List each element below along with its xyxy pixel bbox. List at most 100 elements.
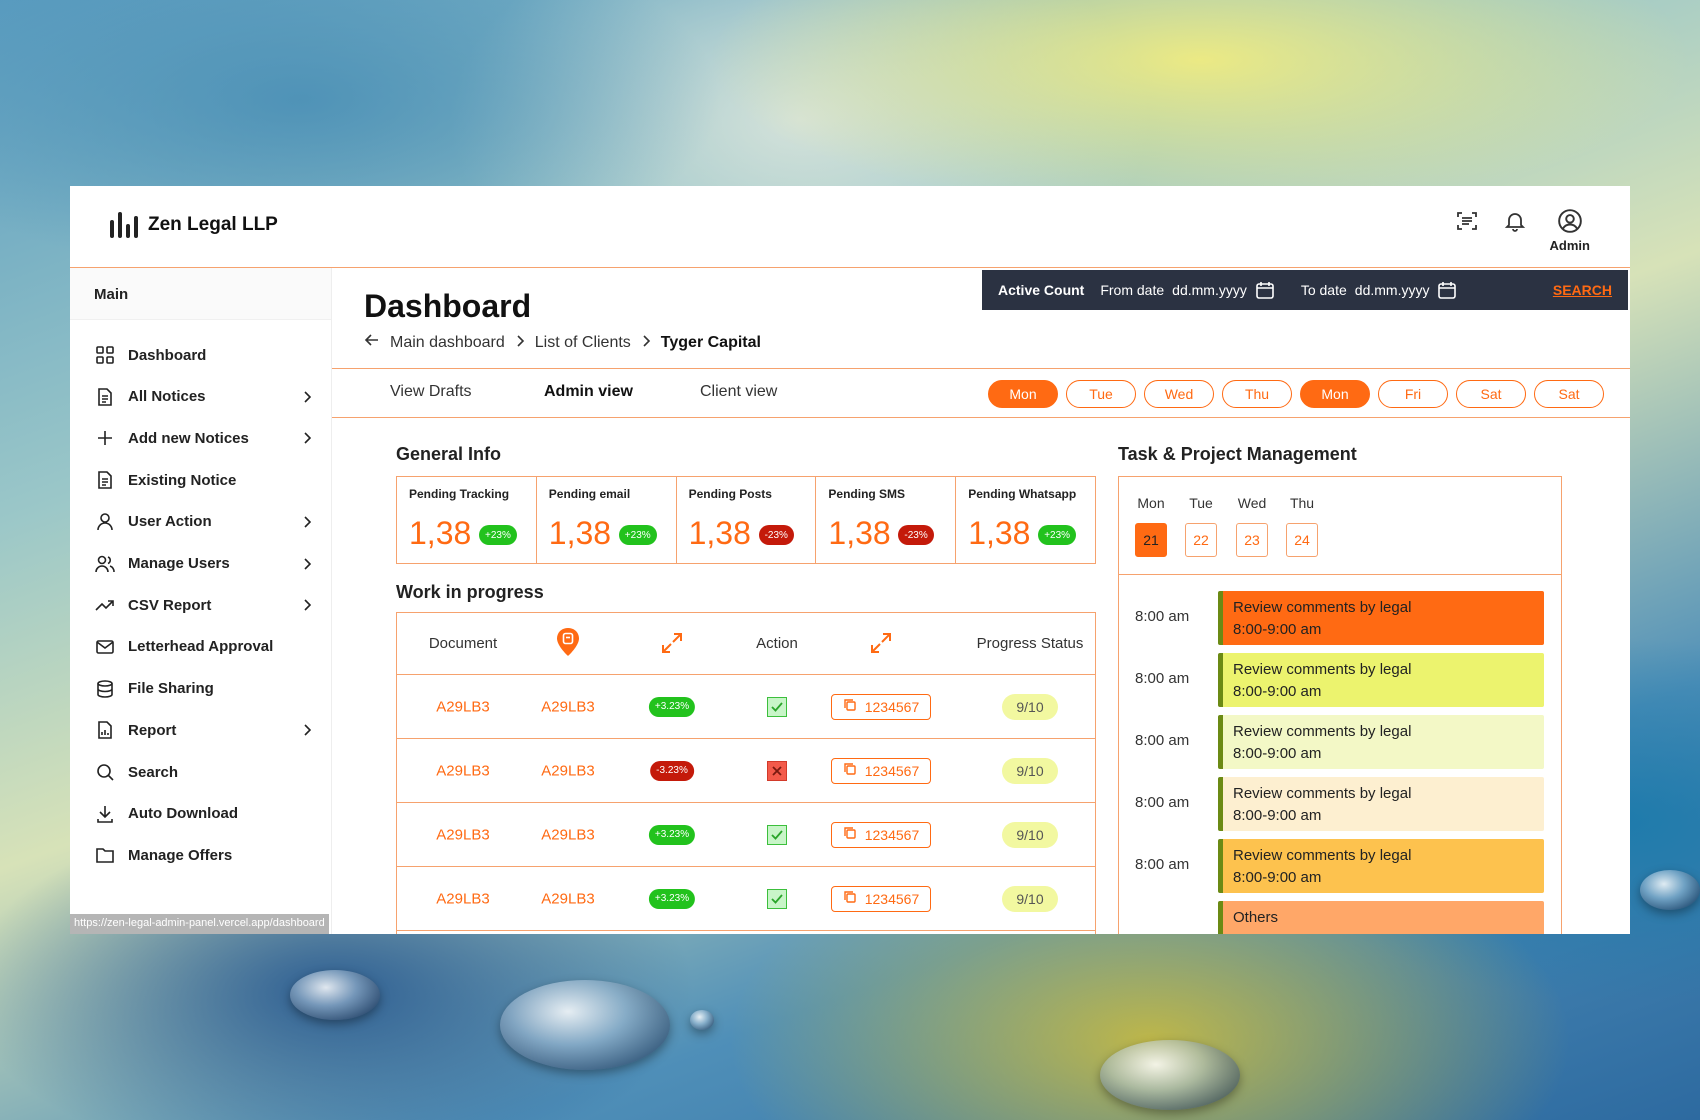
event-card[interactable]: Review comments by legal 8:00-9:00 am (1218, 839, 1544, 893)
event-title: Review comments by legal (1233, 723, 1412, 740)
sidebar-item-label: File Sharing (128, 680, 214, 698)
sidebar-item-label: Manage Offers (128, 846, 233, 864)
day-filter-tue[interactable]: Tue (1066, 380, 1136, 408)
progress-status: 9/10 (1002, 757, 1058, 784)
calendar-icon[interactable] (1255, 280, 1275, 300)
expand-icon[interactable] (869, 631, 893, 659)
check-icon[interactable] (767, 696, 787, 717)
progress-status: 9/10 (1002, 821, 1058, 848)
brand-logo[interactable]: Zen Legal LLP (110, 212, 278, 238)
event-card[interactable]: Review comments by legal 8:00-9:00 am (1218, 591, 1544, 645)
calendar-icon[interactable] (1437, 280, 1457, 300)
col-document: Document (428, 635, 498, 652)
expand-icon[interactable] (660, 631, 684, 659)
sidebar-item-manage-users[interactable]: Manage Users (94, 549, 312, 579)
document-id[interactable]: A29LB3 (436, 826, 489, 843)
table-row[interactable]: A29LB3 A29LB3 -3.23% 1234567 9/10 (397, 739, 1095, 803)
search-link[interactable]: SEARCH (1553, 282, 1612, 298)
event-card[interactable]: Review comments by legal 8:00-9:00 am (1218, 653, 1544, 707)
copy-button[interactable]: 1234567 (831, 693, 931, 720)
sidebar-item-label: All Notices (128, 388, 206, 406)
day-filter-thu[interactable]: Thu (1222, 380, 1292, 408)
breadcrumb: Main dashboard List of Clients Tyger Cap… (364, 332, 761, 353)
sidebar-item-auto-download[interactable]: Auto Download (94, 799, 312, 829)
stat-card-pending-posts[interactable]: Pending Posts 1,38 -23% (677, 477, 817, 563)
reference-id[interactable]: A29LB3 (541, 826, 594, 843)
to-date-input[interactable]: dd.mm.yyyy (1355, 282, 1430, 298)
check-icon[interactable] (767, 824, 787, 845)
sidebar-item-user-action[interactable]: User Action (94, 507, 312, 537)
tab-client-view[interactable]: Client view (700, 383, 777, 401)
stat-card-pending-email[interactable]: Pending email 1,38 +23% (537, 477, 677, 563)
stat-card-pending-tracking[interactable]: Pending Tracking 1,38 +23% (397, 477, 537, 563)
tab-admin-view[interactable]: Admin view (544, 383, 633, 401)
day-filter-sat[interactable]: Sat (1456, 380, 1526, 408)
water-droplet (290, 970, 380, 1020)
table-row[interactable]: A29LB3 A29LB3 +3.23% 1234567 9/10 (397, 803, 1095, 867)
users-icon (94, 553, 116, 575)
sidebar-item-add-new-notices[interactable]: Add new Notices (94, 423, 312, 453)
active-count-title: Active Count (998, 282, 1085, 298)
document-id[interactable]: A29LB3 (436, 762, 489, 779)
check-icon[interactable] (767, 888, 787, 909)
change-badge: -3.23% (650, 760, 694, 781)
event-title: Review comments by legal (1233, 785, 1412, 802)
document-id[interactable]: A29LB3 (436, 698, 489, 715)
sidebar-item-file-sharing[interactable]: File Sharing (94, 674, 312, 704)
event-time: 8:00 am (1135, 856, 1190, 873)
day-filter-mon[interactable]: Mon (1300, 380, 1370, 408)
from-date-input[interactable]: dd.mm.yyyy (1172, 282, 1247, 298)
sidebar-item-label: Existing Notice (128, 471, 237, 489)
task-day-name: Wed (1237, 495, 1267, 511)
sidebar-item-letterhead-approval[interactable]: Letterhead Approval (94, 632, 312, 662)
sidebar-item-all-notices[interactable]: All Notices (94, 382, 312, 412)
bell-icon[interactable] (1502, 208, 1528, 234)
status-url: https://zen-legal-admin-panel.vercel.app… (70, 914, 329, 934)
event-card[interactable]: Others (1218, 901, 1544, 934)
event-card[interactable]: Review comments by legal 8:00-9:00 am (1218, 777, 1544, 831)
sidebar-item-manage-offers[interactable]: Manage Offers (94, 840, 312, 870)
document-icon (94, 386, 116, 408)
water-droplet (1640, 870, 1700, 910)
stat-card-pending-sms[interactable]: Pending SMS 1,38 -23% (816, 477, 957, 563)
breadcrumb-list-of-clients[interactable]: List of Clients (535, 334, 631, 352)
sidebar-item-dashboard[interactable]: Dashboard (94, 340, 312, 370)
sidebar-item-search[interactable]: Search (94, 757, 312, 787)
reference-id[interactable]: A29LB3 (541, 890, 594, 907)
location-pin-icon[interactable] (555, 627, 581, 661)
back-arrow-icon[interactable] (364, 332, 380, 353)
day-filter-mon[interactable]: Mon (988, 380, 1058, 408)
task-day-number[interactable]: 23 (1236, 523, 1268, 557)
event-range: 8:00-9:00 am (1233, 621, 1322, 638)
task-management-title: Task & Project Management (1118, 444, 1357, 464)
tab-view-drafts[interactable]: View Drafts (390, 383, 472, 401)
copy-button[interactable]: 1234567 (831, 821, 931, 848)
reference-id[interactable]: A29LB3 (541, 698, 594, 715)
task-day-number[interactable]: 21 (1135, 523, 1167, 557)
scan-icon[interactable] (1454, 208, 1480, 234)
stat-label: Pending SMS (828, 487, 906, 501)
task-day-number[interactable]: 24 (1286, 523, 1318, 557)
change-badge: +23% (618, 525, 657, 545)
sidebar-item-report[interactable]: Report (94, 715, 312, 745)
change-badge: +3.23% (648, 696, 696, 717)
chevron-right-icon (302, 432, 312, 444)
reference-id[interactable]: A29LB3 (541, 762, 594, 779)
day-filter-wed[interactable]: Wed (1144, 380, 1214, 408)
stat-value: 1,38 (688, 515, 751, 551)
event-card[interactable]: Review comments by legal 8:00-9:00 am (1218, 715, 1544, 769)
sidebar-item-csv-report[interactable]: CSV Report (94, 590, 312, 620)
day-filter-fri[interactable]: Fri (1378, 380, 1448, 408)
day-filter-sat[interactable]: Sat (1534, 380, 1604, 408)
breadcrumb-main-dashboard[interactable]: Main dashboard (390, 334, 505, 352)
sidebar-item-existing-notice[interactable]: Existing Notice (94, 465, 312, 495)
cross-icon[interactable] (767, 760, 787, 781)
document-id[interactable]: A29LB3 (436, 890, 489, 907)
copy-button[interactable]: 1234567 (831, 757, 931, 784)
stat-card-pending-whatsapp[interactable]: Pending Whatsapp 1,38 +23% (956, 477, 1095, 563)
table-row[interactable]: A29LB3 A29LB3 +3.23% 1234567 9/10 (397, 675, 1095, 739)
copy-button[interactable]: 1234567 (831, 885, 931, 912)
table-row[interactable]: A29LB3 A29LB3 +3.23% 1234567 9/10 (397, 867, 1095, 931)
admin-menu[interactable]: Admin (1550, 208, 1590, 253)
task-day-number[interactable]: 22 (1185, 523, 1217, 557)
